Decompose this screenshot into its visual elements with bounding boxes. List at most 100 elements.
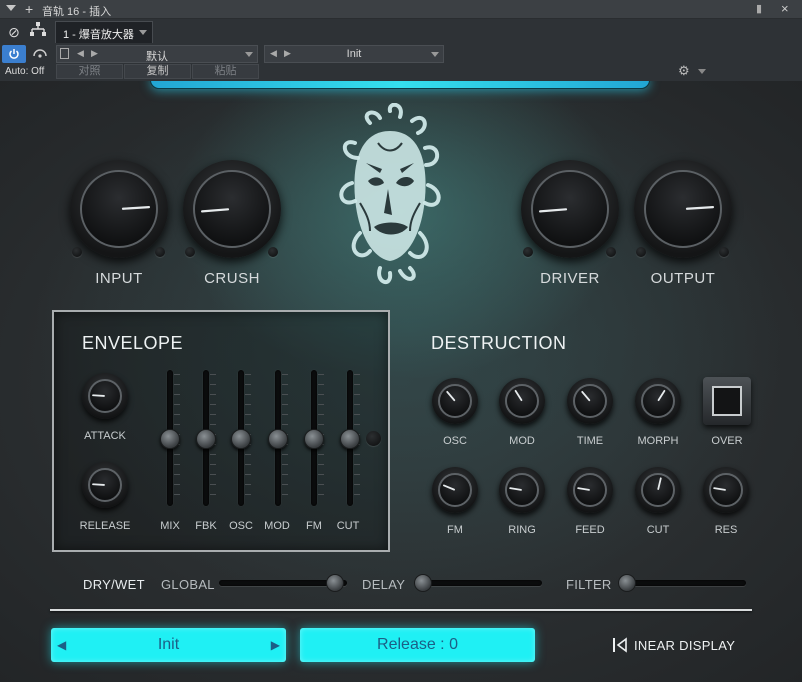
over-button[interactable]: [703, 377, 751, 425]
fm-knob-label: FM: [447, 524, 463, 536]
res-knob[interactable]: [703, 467, 749, 513]
output-knob[interactable]: [634, 160, 732, 258]
chevron-down-icon: [139, 30, 147, 35]
fm-knob[interactable]: [432, 467, 478, 513]
cut-label: CUT: [336, 520, 360, 532]
cut-slider[interactable]: [339, 370, 361, 510]
medusa-logo-icon: [339, 103, 441, 284]
add-icon[interactable]: +: [25, 1, 33, 17]
knob-pointer: [443, 484, 455, 491]
automation-button[interactable]: [28, 45, 52, 63]
plugin-panel: INPUT CRUSH DRIVER OUTPUT ENVELOPE ATTAC…: [0, 81, 802, 682]
knob-pointer: [92, 394, 105, 397]
preset-value: 默认: [146, 51, 168, 63]
cut-knob-label: CUT: [646, 524, 670, 536]
led-indicator: [185, 247, 195, 257]
destruction-title: DESTRUCTION: [431, 333, 567, 353]
knob-pointer: [538, 208, 568, 213]
preset-selector[interactable]: ◀ ▶ 默认: [56, 45, 258, 63]
routing-icon[interactable]: [27, 21, 49, 43]
chevron-down-icon: [245, 52, 253, 57]
ring-knob-label: RING: [508, 524, 536, 536]
fbk-slider[interactable]: [195, 370, 217, 510]
time-knob[interactable]: [567, 378, 613, 424]
close-icon[interactable]: ×: [781, 1, 789, 16]
collapse-arrow-icon[interactable]: [6, 5, 16, 11]
osc-slider[interactable]: [230, 370, 252, 510]
osc-knob[interactable]: [432, 378, 478, 424]
plugin-tab[interactable]: 1 - 爆音放大器: [55, 21, 153, 43]
next-preset-icon[interactable]: ▶: [271, 628, 280, 662]
led-indicator: [523, 247, 533, 257]
preset-browser[interactable]: ◀ Init ▶: [51, 628, 286, 662]
led-indicator: [606, 247, 616, 257]
release-knob[interactable]: [82, 462, 128, 508]
plugin-bypass-icon[interactable]: ⊘: [3, 21, 25, 43]
attack-label: ATTACK: [84, 430, 126, 442]
knob-pointer: [577, 487, 590, 491]
over-label: OVER: [711, 435, 743, 447]
fm-slider[interactable]: [303, 370, 325, 510]
knob-pointer: [92, 483, 105, 486]
mod-knob-label: MOD: [509, 435, 535, 447]
knob-pointer: [509, 487, 522, 491]
led-indicator: [72, 247, 82, 257]
window-title: 音轨 16 - 插入: [42, 6, 112, 18]
power-button[interactable]: [2, 45, 26, 63]
auto-status: Auto: Off: [5, 66, 45, 77]
knob-pointer: [713, 487, 726, 491]
knob-pointer: [446, 390, 456, 402]
morph-knob-label: MORPH: [637, 435, 679, 447]
osc-knob-label: OSC: [443, 435, 467, 447]
filter-slider[interactable]: [618, 574, 746, 592]
attack-knob[interactable]: [82, 373, 128, 419]
compare-button[interactable]: 对照: [56, 64, 123, 79]
drywet-title: DRY/WET: [83, 577, 145, 592]
knob-pointer: [514, 389, 523, 402]
feed-knob[interactable]: [567, 467, 613, 513]
display-label: INEAR DISPLAY: [634, 638, 736, 653]
copy-button[interactable]: 复制: [124, 64, 191, 79]
linear-display-toggle[interactable]: INEAR DISPLAY: [612, 637, 735, 653]
envelope-led-indicator: [366, 431, 381, 446]
knob-pointer: [200, 208, 230, 213]
input-label: INPUT: [95, 270, 143, 287]
program-selector[interactable]: ◀ ▶ Init: [264, 45, 444, 63]
feed-knob-label: FEED: [575, 524, 605, 536]
chevron-down-icon: [431, 52, 439, 57]
ring-knob[interactable]: [499, 467, 545, 513]
time-knob-label: TIME: [576, 435, 604, 447]
envelope-title: ENVELOPE: [82, 333, 184, 353]
led-indicator: [636, 247, 646, 257]
output-label: OUTPUT: [650, 270, 716, 287]
prev-preset-icon[interactable]: ◀: [57, 628, 66, 662]
window-titlebar: + 音轨 16 - 插入 ▮ ×: [0, 0, 802, 19]
led-indicator: [719, 247, 729, 257]
knob-pointer: [657, 389, 666, 402]
res-knob-label: RES: [714, 524, 738, 536]
program-value: Init: [346, 48, 362, 60]
gear-icon[interactable]: ⚙: [678, 63, 690, 79]
input-knob[interactable]: [70, 160, 168, 258]
mod-knob[interactable]: [499, 378, 545, 424]
chevron-down-icon[interactable]: [698, 69, 706, 74]
paste-button[interactable]: 粘贴: [192, 64, 259, 79]
global-slider[interactable]: [219, 574, 347, 592]
global-label: GLOBAL: [161, 577, 215, 592]
pin-icon[interactable]: ▮: [756, 2, 762, 15]
plugin-tab-label: 1 - 爆音放大器: [63, 29, 134, 41]
crush-label: CRUSH: [204, 270, 260, 287]
led-indicator: [268, 247, 278, 257]
cut-knob[interactable]: [635, 467, 681, 513]
display-toggle-icon: [613, 637, 627, 653]
delay-label: DELAY: [362, 577, 406, 592]
morph-knob[interactable]: [635, 378, 681, 424]
delay-slider[interactable]: [414, 574, 542, 592]
mod-slider[interactable]: [267, 370, 289, 510]
knob-pointer: [685, 206, 715, 210]
release-label: RELEASE: [79, 520, 131, 532]
knob-pointer: [581, 390, 591, 402]
driver-knob[interactable]: [521, 160, 619, 258]
mix-slider[interactable]: [159, 370, 181, 510]
crush-knob[interactable]: [183, 160, 281, 258]
